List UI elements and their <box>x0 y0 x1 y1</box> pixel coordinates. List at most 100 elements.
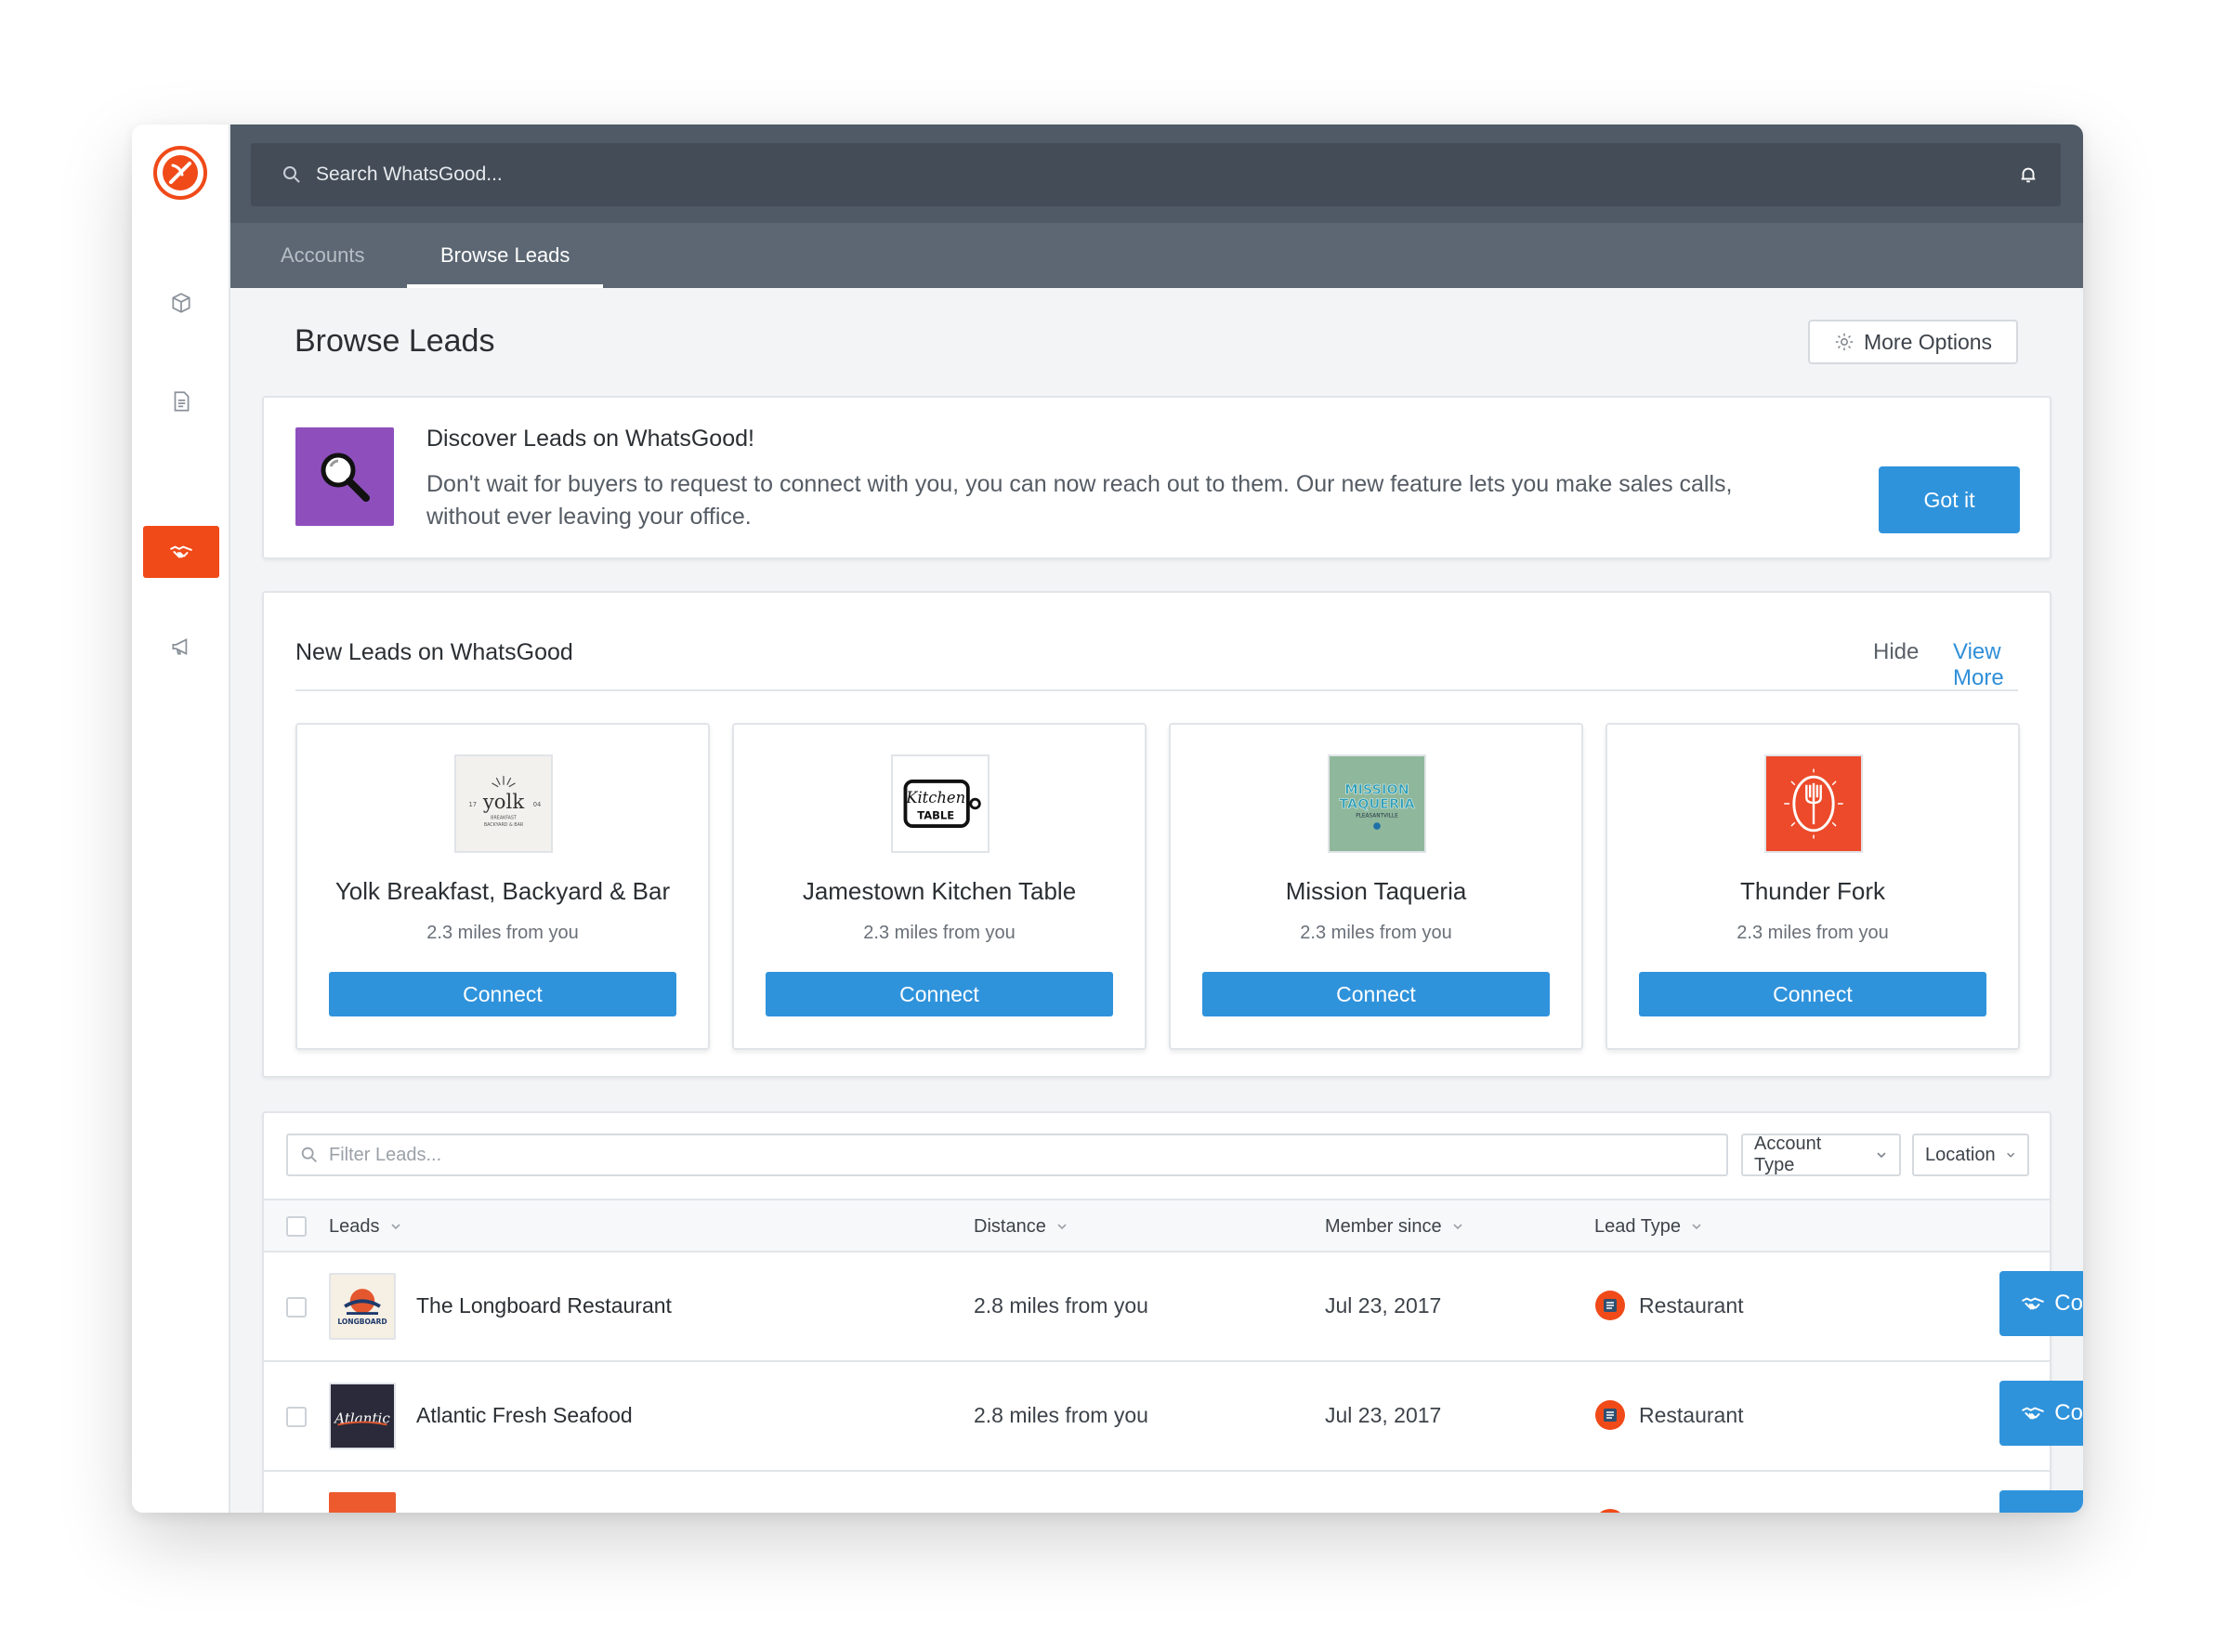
thunder-fork-logo <box>1764 754 1863 853</box>
chevron-down-icon <box>2006 1152 2014 1158</box>
page-title: Browse Leads <box>295 323 495 359</box>
lead-logo <box>329 1492 396 1513</box>
magnifier-icon <box>295 427 394 526</box>
megaphone-icon[interactable] <box>155 621 207 673</box>
lead-distance: 2.3 miles from you <box>1737 923 1889 943</box>
header-member-since[interactable]: Member since <box>1325 1200 1464 1252</box>
filter-leads-input[interactable]: Filter Leads... <box>286 1134 1728 1176</box>
document-icon[interactable] <box>155 375 207 427</box>
account-type-dropdown[interactable]: Account Type <box>1741 1134 1901 1176</box>
discover-banner: Discover Leads on WhatsGood! Don't wait … <box>262 396 2051 559</box>
svg-text:Kitchen: Kitchen <box>905 789 965 806</box>
leads-table: Filter Leads... Account Type Location Le… <box>262 1111 2083 1513</box>
chevron-down-icon <box>1692 1224 1701 1230</box>
lead-distance: 2.3 miles from you <box>426 923 579 943</box>
chevron-down-icon <box>1877 1152 1886 1159</box>
search-input[interactable]: Search WhatsGood... <box>251 143 2018 206</box>
top-bar: Search WhatsGood... Accounts Browse Lead… <box>230 125 2083 288</box>
header-lead-type-label: Lead Type <box>1594 1216 1682 1237</box>
connect-button[interactable]: Connect <box>1999 1381 2083 1446</box>
lead-card: Thunder Fork 2.3 miles from you Connect <box>1606 723 2020 1050</box>
sidebar <box>132 125 230 1513</box>
hide-link[interactable]: Hide <box>1873 639 1919 665</box>
row-member-since: Jul 23, 2017 <box>1325 1293 1442 1318</box>
view-more-link[interactable]: View More <box>1953 639 2050 691</box>
got-it-button[interactable]: Got it <box>1879 466 2020 533</box>
chevron-down-icon <box>1453 1224 1462 1230</box>
row-checkbox[interactable] <box>286 1407 307 1427</box>
connect-button[interactable]: Connect <box>1202 972 1550 1016</box>
connect-button[interactable]: Connect <box>1999 1271 2083 1336</box>
notifications-button[interactable] <box>1996 143 2061 206</box>
row-name: Atlantic Fresh Seafood <box>416 1403 633 1427</box>
connect-label: Connect <box>2054 1291 2083 1316</box>
connect-button[interactable]: Connect <box>329 972 676 1016</box>
svg-text:17: 17 <box>468 801 477 808</box>
header-distance-label: Distance <box>974 1216 1046 1237</box>
lead-name: Mission Taqueria <box>1285 877 1467 905</box>
chevron-down-icon <box>390 1224 400 1230</box>
svg-text:yolk: yolk <box>482 790 524 813</box>
svg-text:04: 04 <box>533 801 542 808</box>
header-distance[interactable]: Distance <box>974 1200 1068 1252</box>
svg-text:MISSION: MISSION <box>1344 782 1409 797</box>
location-dropdown[interactable]: Location <box>1912 1134 2029 1176</box>
filter-placeholder: Filter Leads... <box>329 1144 442 1165</box>
box-icon[interactable] <box>155 277 207 329</box>
connect-button[interactable] <box>1999 1490 2083 1513</box>
tabs-bar: Accounts Browse Leads <box>230 223 2083 288</box>
connect-button[interactable]: Connect <box>1639 972 1986 1016</box>
bell-icon <box>2021 167 2036 183</box>
table-row: Atlantic Atlantic Fresh Seafood 2.8 mile… <box>264 1362 2083 1472</box>
account-type-label: Account Type <box>1754 1134 1822 1175</box>
svg-text:TABLE: TABLE <box>917 808 954 821</box>
row-name: The Longboard Restaurant <box>416 1293 672 1318</box>
search-icon <box>301 1147 317 1162</box>
tab-accounts[interactable]: Accounts <box>247 223 399 288</box>
handshake-icon[interactable] <box>143 526 219 578</box>
new-leads-title: New Leads on WhatsGood <box>295 639 573 665</box>
lead-card: Kitchen TABLE Jamestown Kitchen Table 2.… <box>732 723 1147 1050</box>
header-lead-type[interactable]: Lead Type <box>1594 1200 1703 1252</box>
chevron-down-icon <box>1057 1224 1067 1230</box>
header-member-since-label: Member since <box>1325 1216 1442 1237</box>
banner-text: Don't wait for buyers to request to conn… <box>426 471 1733 530</box>
select-all-checkbox[interactable] <box>286 1216 307 1237</box>
restaurant-icon <box>1595 1400 1625 1430</box>
yolk-logo: yolk 17 04 BREAKFAST BACKYARD & BAR <box>454 754 553 853</box>
divider <box>295 689 2018 691</box>
header-leads-label: Leads <box>329 1216 380 1237</box>
svg-text:LONGBOARD: LONGBOARD <box>337 1318 387 1326</box>
location-label: Location <box>1925 1144 1996 1165</box>
more-options-button[interactable]: More Options <box>1808 320 2018 364</box>
row-distance: 2.8 miles from you <box>974 1293 1148 1318</box>
search-icon <box>283 166 300 183</box>
svg-text:TAQUERIA: TAQUERIA <box>1339 797 1415 812</box>
app-window: Search WhatsGood... Accounts Browse Lead… <box>132 125 2083 1513</box>
more-options-label: More Options <box>1863 329 1993 354</box>
handshake-icon <box>2022 1407 2045 1420</box>
row-lead-type: Restaurant <box>1594 1290 1744 1321</box>
mission-taqueria-logo: MISSION TAQUERIA PLEASANTVILLE <box>1328 754 1426 853</box>
longboard-logo: LONGBOARD <box>329 1273 396 1340</box>
table-row <box>264 1472 2083 1513</box>
app-logo[interactable] <box>152 145 208 201</box>
atlantic-logo: Atlantic <box>329 1383 396 1449</box>
lead-distance: 2.3 miles from you <box>1300 923 1452 943</box>
kitchen-table-logo: Kitchen TABLE <box>891 754 990 853</box>
header-leads[interactable]: Leads <box>329 1200 402 1252</box>
gear-icon <box>1835 333 1854 351</box>
connect-button[interactable]: Connect <box>766 972 1113 1016</box>
lead-card: MISSION TAQUERIA PLEASANTVILLE Mission T… <box>1169 723 1583 1050</box>
table-row: LONGBOARD The Longboard Restaurant 2.8 m… <box>264 1252 2083 1362</box>
lead-name: Thunder Fork <box>1739 877 1886 905</box>
row-checkbox[interactable] <box>286 1297 307 1318</box>
row-distance: 2.8 miles from you <box>974 1403 1148 1427</box>
svg-text:BREAKFAST: BREAKFAST <box>491 815 517 820</box>
restaurant-icon <box>1595 1291 1625 1320</box>
tab-browse-leads[interactable]: Browse Leads <box>407 223 604 288</box>
lead-card: yolk 17 04 BREAKFAST BACKYARD & BAR Yolk… <box>295 723 710 1050</box>
row-lead-type-label: Restaurant <box>1639 1402 1744 1427</box>
new-leads-panel: New Leads on WhatsGood Hide View More yo… <box>262 591 2051 1078</box>
connect-label: Connect <box>2054 1400 2083 1425</box>
